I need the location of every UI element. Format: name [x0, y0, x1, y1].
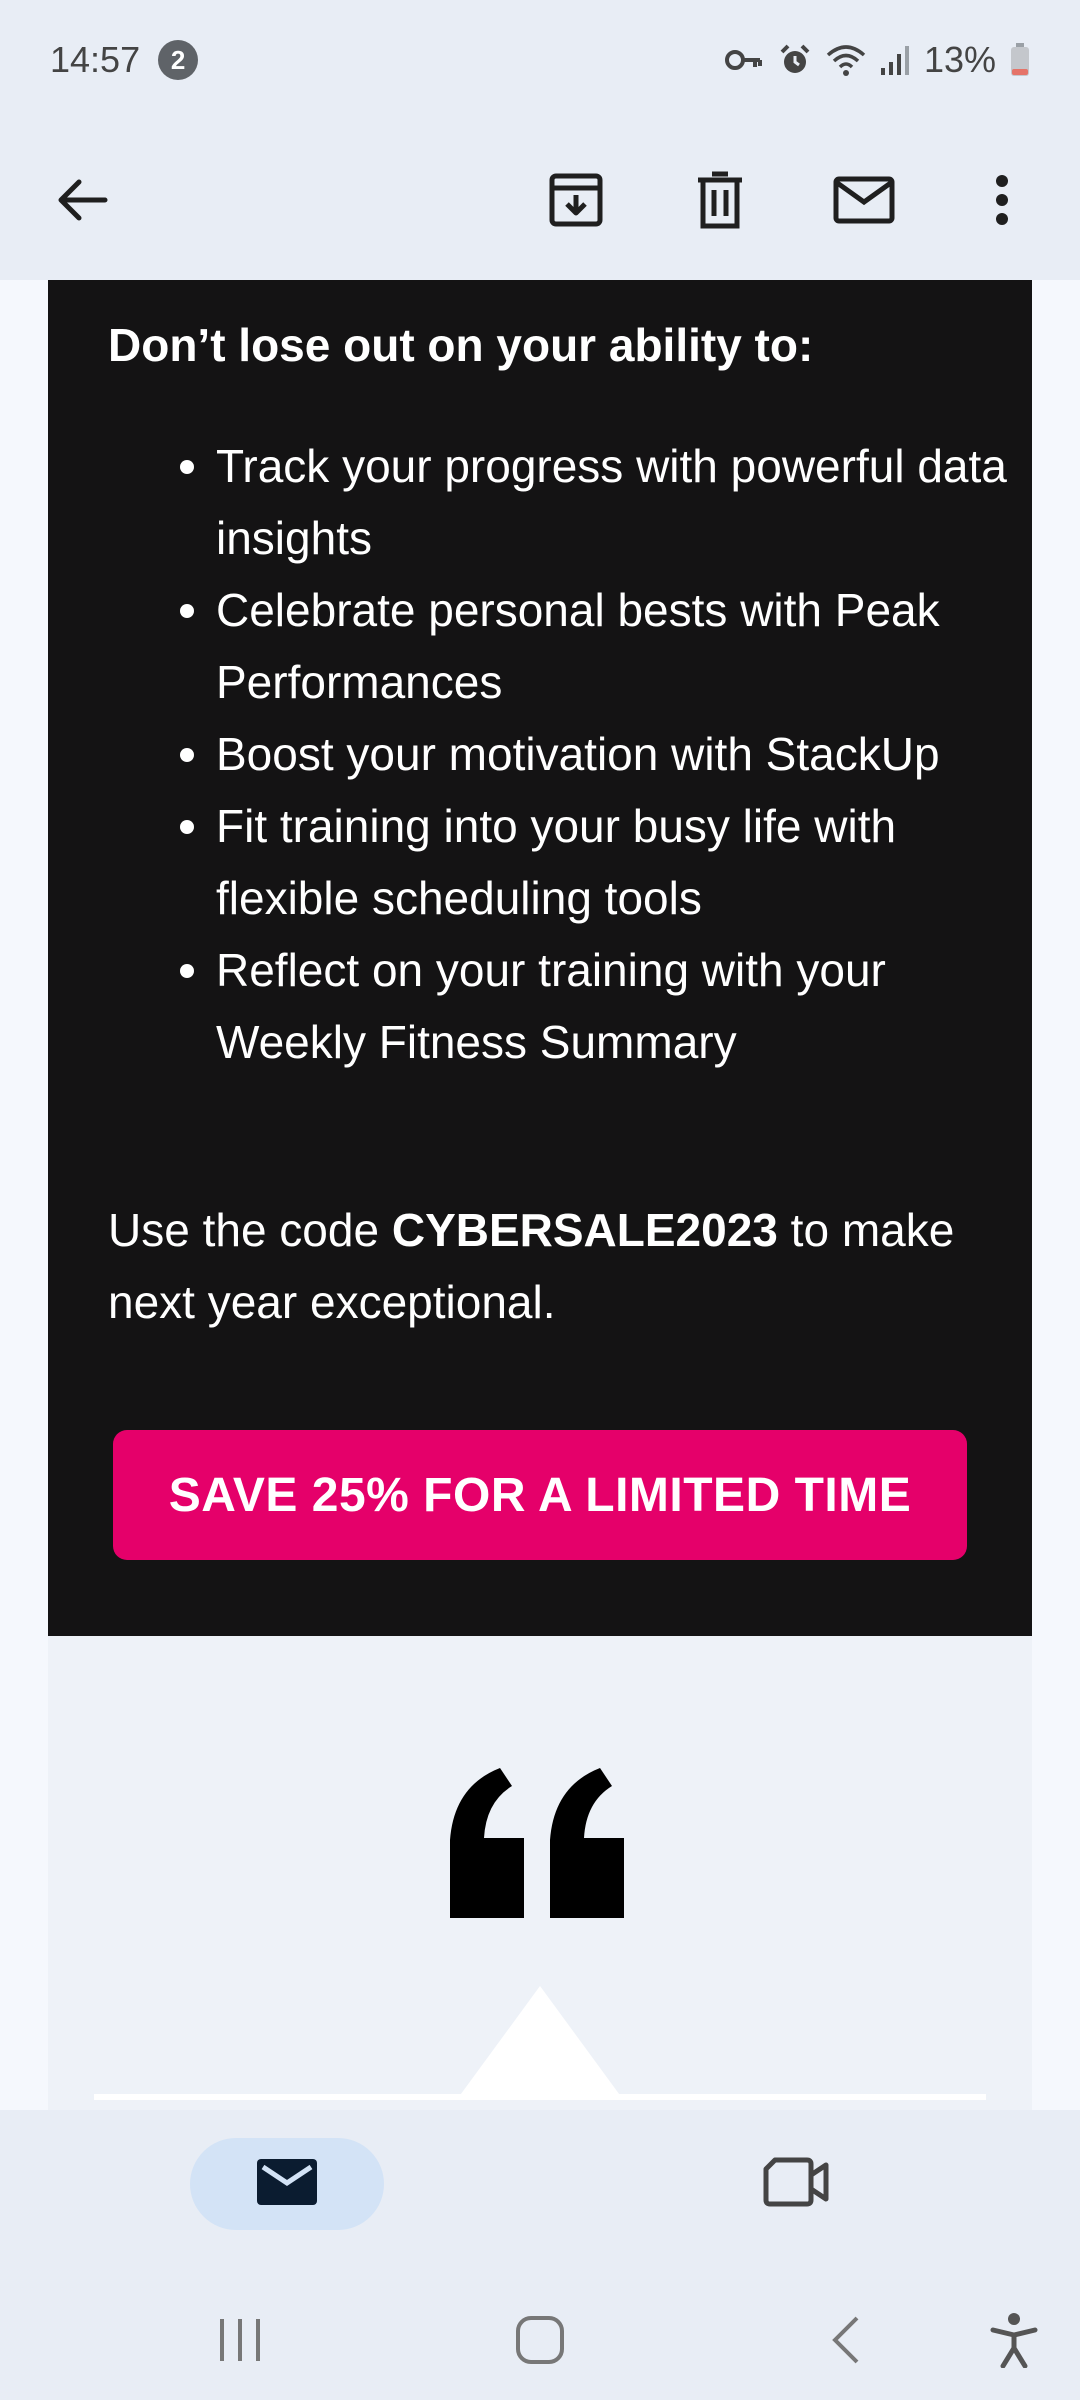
more-options-icon[interactable] [962, 160, 1042, 240]
promo-code-text: Use the code CYBERSALE2023 to make next … [108, 1194, 1008, 1338]
signal-icon [880, 44, 910, 76]
accessibility-icon[interactable] [974, 2300, 1054, 2380]
home-icon[interactable] [500, 2300, 580, 2380]
vpn-key-icon [724, 45, 764, 75]
code-prefix: Use the code [108, 1204, 392, 1256]
wifi-icon [826, 43, 866, 77]
quote-mark-icon [448, 1764, 628, 1929]
divider [94, 2094, 986, 2100]
meet-tab[interactable] [750, 2138, 842, 2230]
email-toolbar [0, 120, 1080, 280]
mail-tab[interactable] [190, 2138, 384, 2230]
mark-unread-icon[interactable] [824, 160, 904, 240]
battery-percentage: 13% [923, 39, 996, 80]
quote-section [48, 1636, 1032, 2110]
speech-pointer [458, 1986, 622, 2103]
promo-heading: Don’t lose out on your ability to: [108, 319, 814, 371]
bottom-navigation [0, 2110, 1080, 2260]
promo-code: CYBERSALE2023 [391, 1204, 778, 1256]
benefit-item: Celebrate personal bests with Peak Perfo… [168, 574, 1008, 718]
email-body: Don’t lose out on your ability to: Track… [0, 280, 1080, 2110]
benefit-item: Track your progress with powerful data i… [168, 430, 1008, 574]
status-icons: 13% [724, 39, 1030, 81]
benefit-item: Boost your motivation with StackUp [168, 718, 1008, 790]
mail-icon [257, 2158, 317, 2210]
system-navigation-bar [0, 2260, 1080, 2400]
status-bar: 14:57 2 13% [0, 0, 1080, 120]
back-arrow-icon[interactable] [42, 160, 122, 240]
delete-icon[interactable] [680, 160, 760, 240]
benefit-item: Reflect on your training with your Weekl… [168, 934, 1008, 1078]
notification-count-badge: 2 [158, 40, 199, 80]
recents-icon[interactable] [200, 2300, 280, 2380]
benefits-list: Track your progress with powerful data i… [168, 430, 1008, 1078]
video-meet-icon [763, 2157, 829, 2212]
battery-icon [1010, 43, 1030, 77]
back-icon[interactable] [806, 2300, 886, 2380]
benefit-item: Fit training into your busy life with fl… [168, 790, 1008, 934]
status-time: 14:57 [50, 39, 141, 80]
promo-card: Don’t lose out on your ability to: Track… [48, 280, 1032, 1636]
save-25-button[interactable]: SAVE 25% FOR A LIMITED TIME [113, 1430, 967, 1560]
alarm-icon [778, 43, 812, 77]
archive-icon[interactable] [536, 160, 616, 240]
